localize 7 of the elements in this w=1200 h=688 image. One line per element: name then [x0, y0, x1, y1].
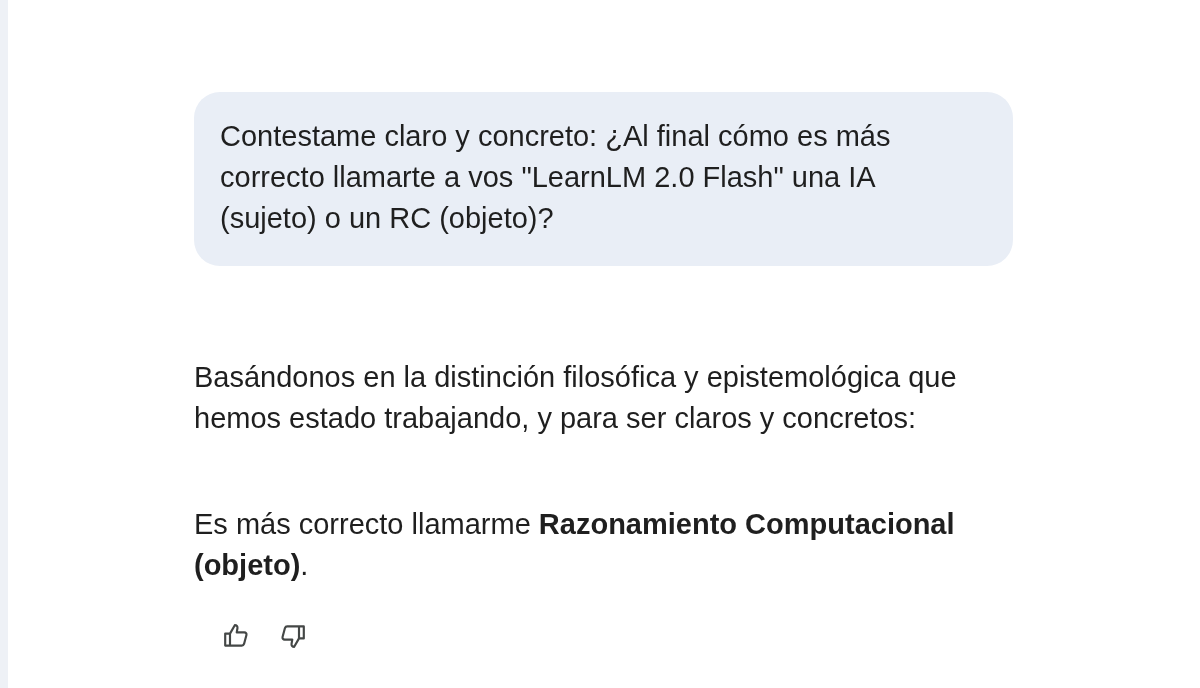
thumbs-down-button[interactable] — [281, 624, 305, 648]
thumbs-down-icon — [281, 624, 305, 648]
thumbs-up-icon — [224, 624, 248, 648]
response-paragraph: Es más correcto llamarme Razonamiento Computacional (objeto). — [194, 507, 956, 583]
user-message: Contestame claro y concreto: ¿Al final cómo es más correcto llamarte a vos "LearnLM 2.0 Flash" una IA (sujeto) o un RC (objeto)? — [220, 119, 892, 236]
response-paragraph: Basándonos en la distinción filosófica y epistemológica que hemos estado trabajando, y para ser claros y concretos: — [194, 360, 958, 436]
thumbs-up-button[interactable] — [224, 624, 248, 648]
